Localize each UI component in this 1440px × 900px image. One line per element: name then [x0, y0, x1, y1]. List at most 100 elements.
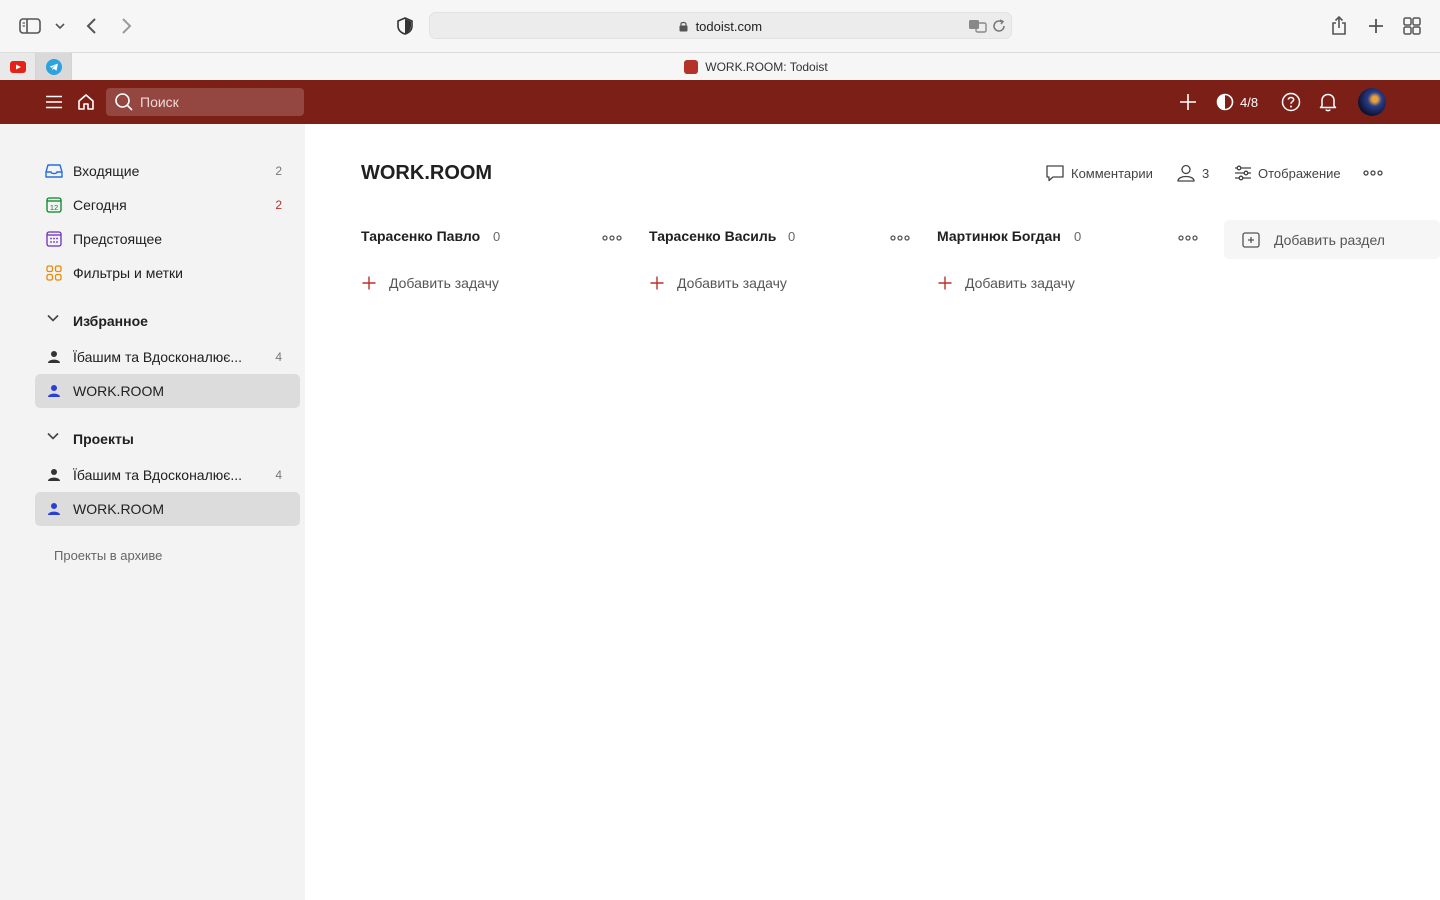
- privacy-shield-icon[interactable]: [393, 14, 417, 38]
- chevron-down-icon[interactable]: [47, 432, 59, 440]
- column-title: Тарасенко Павло: [361, 228, 481, 244]
- add-section-button[interactable]: Добавить раздел: [1224, 220, 1440, 259]
- sidebar-item-label: Їбашим та Вдосконалює...: [73, 349, 243, 365]
- view-options-button[interactable]: Отображение: [1234, 162, 1341, 184]
- pinned-tab-youtube[interactable]: [0, 53, 36, 80]
- todoist-logo-icon: [684, 59, 699, 74]
- sidebar-item-label: WORK.ROOM: [73, 383, 164, 399]
- sidebar: Входящие 2 12 Сегодня 2 Предстоящее Филь…: [0, 124, 305, 900]
- sidebar-item-inbox[interactable]: Входящие 2: [35, 154, 300, 188]
- chevron-down-icon[interactable]: [47, 314, 59, 322]
- comments-label: Комментарии: [1071, 165, 1153, 181]
- search-icon: [114, 92, 134, 112]
- today-count: 2: [275, 198, 282, 212]
- help-icon[interactable]: [1279, 90, 1303, 114]
- tab-strip: WORK.ROOM: Todoist: [0, 52, 1440, 80]
- section-more-icon[interactable]: [601, 230, 623, 246]
- shared-person-icon: [45, 500, 63, 518]
- sidebar-item-label: Фильтры и метки: [73, 265, 183, 281]
- svg-text:12: 12: [50, 203, 58, 212]
- sidebar-item-project-workroom[interactable]: WORK.ROOM: [35, 492, 300, 526]
- archived-projects-link[interactable]: Проекты в архиве: [54, 548, 162, 563]
- sliders-icon: [1235, 165, 1251, 181]
- notifications-bell-icon[interactable]: [1316, 90, 1340, 114]
- reload-icon[interactable]: [992, 19, 1006, 33]
- share-members-button[interactable]: 3: [1176, 162, 1209, 184]
- add-task-button[interactable]: Добавить задачу: [937, 272, 1075, 294]
- plus-icon: [938, 276, 952, 290]
- sidebar-item-label: Входящие: [73, 163, 140, 179]
- pinned-tab-telegram[interactable]: [36, 53, 72, 80]
- projects-title: Проекты: [73, 431, 134, 447]
- new-tab-icon[interactable]: [1364, 14, 1388, 38]
- sidebar-item-favorite-workroom[interactable]: WORK.ROOM: [35, 374, 300, 408]
- active-tab[interactable]: WORK.ROOM: Todoist: [72, 53, 1440, 80]
- sidebar-item-favorite-project[interactable]: Їбашим та Вдосконалює... 4: [35, 340, 300, 374]
- upcoming-calendar-icon: [45, 230, 63, 248]
- add-task-label: Добавить задачу: [389, 275, 499, 291]
- project-count: 4: [275, 468, 282, 482]
- plus-icon: [650, 276, 664, 290]
- add-task-button[interactable]: Добавить задачу: [649, 272, 787, 294]
- favorites-title: Избранное: [73, 313, 148, 329]
- main-content: WORK.ROOM Комментарии 3 Отображение Тара…: [305, 124, 1440, 900]
- inbox-icon: [45, 162, 63, 180]
- plus-icon: [362, 276, 376, 290]
- filters-grid-icon: [45, 264, 63, 282]
- share-icon[interactable]: [1327, 14, 1351, 38]
- more-options-icon[interactable]: [1362, 162, 1384, 184]
- page-title: WORK.ROOM: [361, 162, 493, 184]
- search-input[interactable]: [140, 88, 300, 116]
- sidebar-item-label: WORK.ROOM: [73, 501, 164, 517]
- column-title: Мартинюк Богдан: [937, 228, 1061, 244]
- telegram-icon: [45, 58, 62, 75]
- column-count: 0: [788, 229, 796, 244]
- column-count: 0: [493, 229, 501, 244]
- sidebar-toggle-icon[interactable]: [18, 14, 42, 38]
- avatar[interactable]: [1358, 88, 1386, 116]
- inbox-count: 2: [275, 164, 282, 178]
- section-more-icon[interactable]: [889, 230, 911, 246]
- productivity-karma[interactable]: 4/8: [1216, 90, 1258, 114]
- app-topbar: 4/8: [0, 80, 1440, 124]
- project-count: 4: [275, 350, 282, 364]
- favorites-section-header[interactable]: Избранное: [35, 306, 300, 336]
- sidebar-item-upcoming[interactable]: Предстоящее: [35, 222, 300, 256]
- sidebar-item-label: Їбашим та Вдосконалює...: [73, 467, 243, 483]
- chevron-down-icon[interactable]: [48, 14, 72, 38]
- comments-button[interactable]: Комментарии: [1045, 162, 1153, 184]
- add-section-icon: [1242, 231, 1260, 248]
- sidebar-item-label: Сегодня: [73, 197, 127, 213]
- menu-icon[interactable]: [42, 90, 66, 114]
- sidebar-item-filters[interactable]: Фильтры и метки: [35, 256, 300, 290]
- address-bar[interactable]: todoist.com: [429, 12, 1012, 39]
- back-icon[interactable]: [79, 14, 103, 38]
- column-title: Тарасенко Василь: [649, 228, 777, 244]
- comment-icon: [1046, 165, 1064, 182]
- browser-toolbar: todoist.com: [0, 0, 1440, 52]
- tab-overview-icon[interactable]: [1400, 14, 1424, 38]
- active-tab-title: WORK.ROOM: Todoist: [705, 59, 828, 74]
- url-text: todoist.com: [695, 19, 763, 34]
- quick-add-icon[interactable]: [1176, 90, 1200, 114]
- section-more-icon[interactable]: [1177, 230, 1199, 246]
- productivity-icon: [1216, 93, 1234, 111]
- karma-count: 4/8: [1240, 94, 1259, 110]
- add-section-label: Добавить раздел: [1274, 231, 1385, 248]
- sidebar-item-today[interactable]: 12 Сегодня 2: [35, 188, 300, 222]
- shared-person-icon: [45, 348, 63, 366]
- add-task-button[interactable]: Добавить задачу: [361, 272, 499, 294]
- shared-person-icon: [45, 382, 63, 400]
- sidebar-item-label: Предстоящее: [73, 231, 163, 247]
- members-count: 3: [1202, 165, 1210, 181]
- sidebar-item-project[interactable]: Їбашим та Вдосконалює... 4: [35, 458, 300, 492]
- translate-icon[interactable]: [968, 18, 988, 34]
- search-box[interactable]: [106, 88, 304, 116]
- home-icon[interactable]: [74, 90, 98, 114]
- today-calendar-icon: 12: [45, 196, 63, 214]
- projects-section-header[interactable]: Проекты: [35, 424, 300, 454]
- youtube-icon: [9, 60, 26, 73]
- add-task-label: Добавить задачу: [677, 275, 787, 291]
- forward-icon[interactable]: [115, 14, 139, 38]
- shared-person-icon: [45, 466, 63, 484]
